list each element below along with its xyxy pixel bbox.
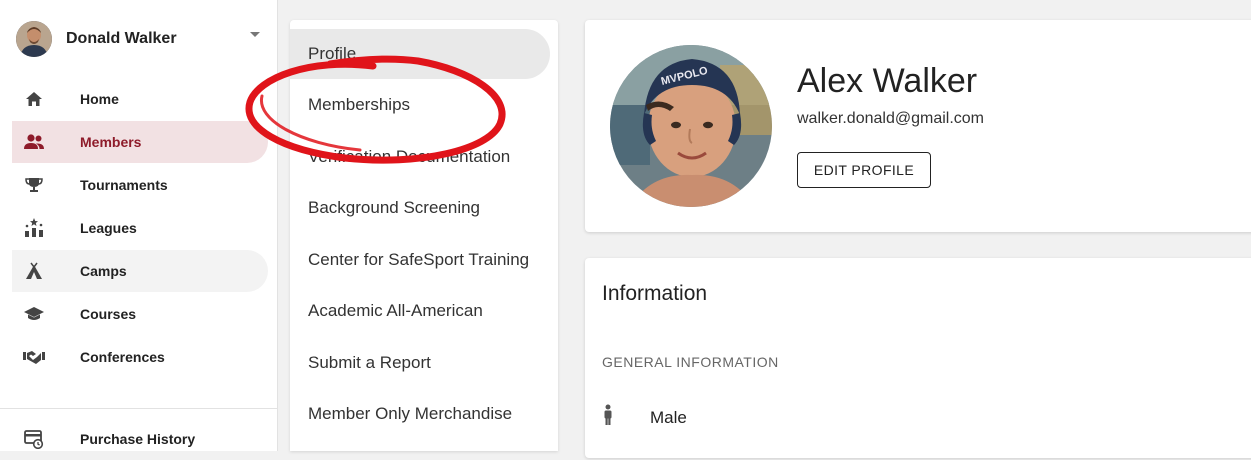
divider bbox=[0, 408, 277, 409]
nav-label: Purchase History bbox=[80, 431, 196, 447]
general-information-heading: GENERAL INFORMATION bbox=[602, 354, 779, 370]
trophy-icon bbox=[14, 176, 54, 194]
submenu-item-verification-documentation[interactable]: Verification Documentation bbox=[290, 132, 550, 182]
nav-label: Leagues bbox=[80, 220, 137, 236]
profile-email: walker.donald@gmail.com bbox=[797, 110, 984, 127]
sidebar-nav: Donald Walker Home Members Tournaments L… bbox=[0, 0, 278, 451]
purchase-history-icon bbox=[14, 429, 54, 449]
submenu-item-memberships[interactable]: Memberships bbox=[290, 80, 550, 130]
submenu-item-safesport-training[interactable]: Center for SafeSport Training bbox=[290, 235, 550, 285]
information-card: Information GENERAL INFORMATION Male bbox=[585, 258, 1251, 458]
nav-item-tournaments[interactable]: Tournaments bbox=[12, 164, 268, 206]
avatar bbox=[16, 21, 52, 57]
submenu-label: Member Only Merchandise bbox=[308, 404, 513, 423]
gender-value: Male bbox=[650, 407, 687, 427]
profile-name: Alex Walker bbox=[797, 62, 978, 100]
nav-item-conferences[interactable]: Conferences bbox=[12, 336, 268, 378]
nav-item-leagues[interactable]: Leagues bbox=[12, 207, 268, 249]
section-heading: Information bbox=[602, 282, 708, 305]
submenu-item-academic-all-american[interactable]: Academic All-American bbox=[290, 286, 550, 336]
edit-profile-button[interactable]: EDIT PROFILE bbox=[797, 152, 931, 188]
nav-label: Tournaments bbox=[80, 177, 168, 193]
nav-label: Members bbox=[80, 134, 142, 150]
chevron-down-icon[interactable] bbox=[250, 32, 260, 37]
nav-item-purchase-history[interactable]: Purchase History bbox=[12, 418, 268, 460]
user-name: Donald Walker bbox=[66, 30, 177, 47]
nav-label: Home bbox=[80, 91, 119, 107]
submenu-label: Verification Documentation bbox=[308, 147, 511, 166]
nav-item-camps[interactable]: Camps bbox=[12, 250, 268, 292]
submenu-item-member-merchandise[interactable]: Member Only Merchandise bbox=[290, 389, 550, 439]
camp-tent-icon bbox=[14, 262, 54, 280]
home-icon bbox=[14, 90, 54, 108]
submenu-label: Memberships bbox=[308, 95, 411, 114]
graduation-cap-icon bbox=[14, 306, 54, 322]
nav-label: Camps bbox=[80, 263, 127, 279]
leagues-icon bbox=[14, 218, 54, 238]
submenu-label: Background Screening bbox=[308, 198, 481, 217]
submenu-label: Academic All-American bbox=[308, 301, 483, 320]
nav-item-members[interactable]: Members bbox=[12, 121, 268, 163]
profile-submenu: Profile Memberships Verification Documen… bbox=[290, 20, 558, 451]
submenu-label: Center for SafeSport Training bbox=[308, 250, 530, 269]
nav-item-home[interactable]: Home bbox=[12, 78, 268, 120]
submenu-item-profile[interactable]: Profile bbox=[290, 29, 550, 79]
handshake-icon bbox=[14, 349, 54, 365]
account-menu[interactable]: Donald Walker bbox=[16, 20, 266, 58]
nav-item-courses[interactable]: Courses bbox=[12, 293, 268, 335]
nav-label: Conferences bbox=[80, 349, 165, 365]
profile-card: MVPOLO Alex Walker walker.donald@gmail.c… bbox=[585, 20, 1251, 232]
gender-row: Male bbox=[602, 404, 687, 431]
submenu-label: Profile bbox=[308, 44, 357, 63]
submenu-item-background-screening[interactable]: Background Screening bbox=[290, 183, 550, 233]
profile-photo: MVPOLO bbox=[610, 45, 772, 207]
person-icon bbox=[602, 404, 614, 431]
submenu-item-submit-report[interactable]: Submit a Report bbox=[290, 338, 550, 388]
members-icon bbox=[14, 133, 54, 151]
nav-label: Courses bbox=[80, 306, 137, 322]
submenu-label: Submit a Report bbox=[308, 353, 431, 372]
